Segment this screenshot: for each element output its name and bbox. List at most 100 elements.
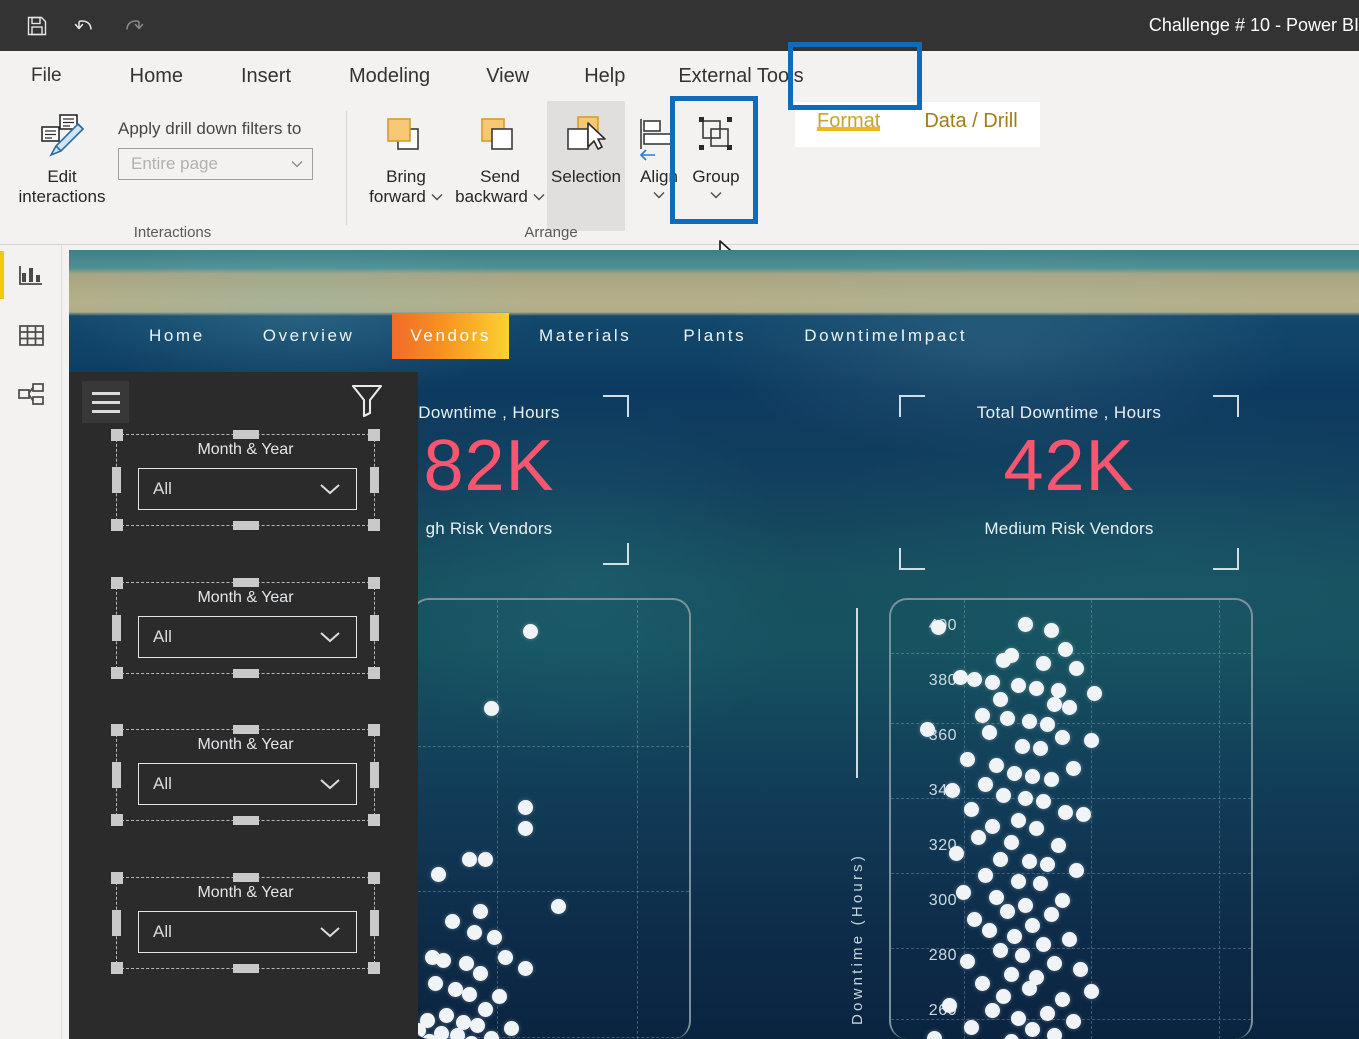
scatter-point[interactable]: [996, 989, 1012, 1005]
scatter-point[interactable]: [970, 829, 986, 845]
scatter-point[interactable]: [430, 867, 446, 883]
resize-handle[interactable]: [111, 814, 123, 826]
scatter-point[interactable]: [992, 942, 1008, 958]
scatter-point[interactable]: [1040, 1005, 1056, 1021]
scatter-point[interactable]: [517, 800, 533, 816]
scatter-point[interactable]: [1054, 992, 1070, 1008]
undo-icon[interactable]: [72, 13, 98, 39]
scatter-point[interactable]: [930, 620, 946, 636]
scatter-point[interactable]: [1058, 804, 1074, 820]
scatter-point[interactable]: [959, 752, 975, 768]
scatter-point[interactable]: [981, 724, 997, 740]
filter-funnel-icon[interactable]: [350, 382, 384, 423]
resize-handle[interactable]: [232, 430, 259, 439]
resize-handle[interactable]: [112, 467, 121, 493]
nav-item-home[interactable]: Home: [135, 316, 219, 356]
hamburger-menu-icon[interactable]: [82, 381, 129, 423]
resize-handle[interactable]: [232, 578, 259, 587]
scatter-point[interactable]: [999, 903, 1015, 919]
nav-item-overview[interactable]: Overview: [249, 316, 369, 356]
scatter-point[interactable]: [1010, 873, 1026, 889]
nav-item-materials[interactable]: Materials: [525, 316, 645, 356]
nav-item-vendors[interactable]: Vendors: [392, 313, 509, 359]
scatter-point[interactable]: [1021, 854, 1037, 870]
scatter-point[interactable]: [1025, 1022, 1041, 1038]
scatter-point[interactable]: [436, 953, 452, 969]
resize-handle[interactable]: [368, 519, 380, 531]
scatter-point[interactable]: [985, 1003, 1001, 1019]
scatter-point[interactable]: [503, 1020, 519, 1036]
scatter-point[interactable]: [1043, 622, 1059, 638]
scatter-point[interactable]: [1087, 686, 1103, 702]
scatter-point[interactable]: [945, 782, 961, 798]
scatter-point[interactable]: [1072, 961, 1088, 977]
scatter-point[interactable]: [999, 711, 1015, 727]
scatter-point[interactable]: [1050, 837, 1066, 853]
scatter-point[interactable]: [1065, 760, 1081, 776]
tab-help[interactable]: Help: [584, 51, 625, 101]
scatter-point[interactable]: [949, 846, 965, 862]
scatter-point[interactable]: [1018, 898, 1034, 914]
tab-home[interactable]: Home: [130, 51, 183, 101]
scatter-point[interactable]: [486, 929, 502, 945]
scatter-point[interactable]: [1076, 807, 1092, 823]
redo-icon[interactable]: [120, 13, 146, 39]
scatter-point[interactable]: [1054, 892, 1070, 908]
scatter-point[interactable]: [1047, 956, 1063, 972]
scatter-point[interactable]: [1040, 716, 1056, 732]
scatter-point[interactable]: [427, 976, 443, 992]
scatter-point[interactable]: [1003, 967, 1019, 983]
resize-handle[interactable]: [111, 429, 123, 441]
scatter-point[interactable]: [1036, 655, 1052, 671]
scatter-point[interactable]: [996, 788, 1012, 804]
scatter-point[interactable]: [967, 672, 983, 688]
scatter-point[interactable]: [1010, 1011, 1026, 1027]
scatter-point[interactable]: [472, 903, 488, 919]
scatter-point[interactable]: [996, 653, 1012, 669]
scatter-point[interactable]: [444, 914, 460, 930]
scatter-point[interactable]: [1025, 917, 1041, 933]
slicer-dropdown[interactable]: All: [138, 763, 357, 805]
scatter-point[interactable]: [974, 975, 990, 991]
resize-handle[interactable]: [368, 577, 380, 589]
scatter-point[interactable]: [483, 1030, 499, 1039]
resize-handle[interactable]: [368, 872, 380, 884]
scatter-point[interactable]: [497, 950, 513, 966]
group-button[interactable]: Group: [680, 109, 752, 199]
resize-handle[interactable]: [368, 724, 380, 736]
sidebar-item-data-view[interactable]: [0, 305, 62, 365]
scatter-chart-left[interactable]: [411, 598, 691, 1039]
scatter-point[interactable]: [1058, 642, 1074, 658]
scatter-point[interactable]: [1036, 937, 1052, 953]
slicer-month-year[interactable]: Month & Year All: [111, 724, 380, 826]
resize-handle[interactable]: [368, 814, 380, 826]
resize-handle[interactable]: [112, 762, 121, 788]
scatter-point[interactable]: [1007, 928, 1023, 944]
scatter-point[interactable]: [439, 1007, 455, 1023]
resize-handle[interactable]: [112, 910, 121, 936]
scatter-point[interactable]: [963, 801, 979, 817]
scatter-point[interactable]: [941, 997, 957, 1013]
scatter-point[interactable]: [978, 777, 994, 793]
scatter-point[interactable]: [461, 986, 477, 1002]
scatter-point[interactable]: [992, 691, 1008, 707]
scatter-point[interactable]: [517, 820, 533, 836]
scatter-point[interactable]: [478, 1002, 494, 1018]
scatter-point[interactable]: [1029, 680, 1045, 696]
tab-view[interactable]: View: [486, 51, 529, 101]
save-icon[interactable]: [24, 13, 50, 39]
scatter-point[interactable]: [1040, 857, 1056, 873]
resize-handle[interactable]: [111, 724, 123, 736]
scatter-point[interactable]: [1032, 876, 1048, 892]
scatter-point[interactable]: [1003, 835, 1019, 851]
scatter-point[interactable]: [919, 722, 935, 738]
scatter-point[interactable]: [1010, 813, 1026, 828]
scatter-point[interactable]: [1029, 821, 1045, 837]
scatter-point[interactable]: [1010, 677, 1026, 693]
slicer-dropdown[interactable]: All: [138, 616, 357, 658]
slicer-month-year[interactable]: Month & Year All: [111, 429, 380, 531]
report-canvas[interactable]: Home Overview Vendors Materials Plants D…: [69, 250, 1359, 1039]
resize-handle[interactable]: [111, 872, 123, 884]
scatter-point[interactable]: [472, 966, 488, 982]
selection-pane-button[interactable]: Selection: [547, 101, 625, 231]
